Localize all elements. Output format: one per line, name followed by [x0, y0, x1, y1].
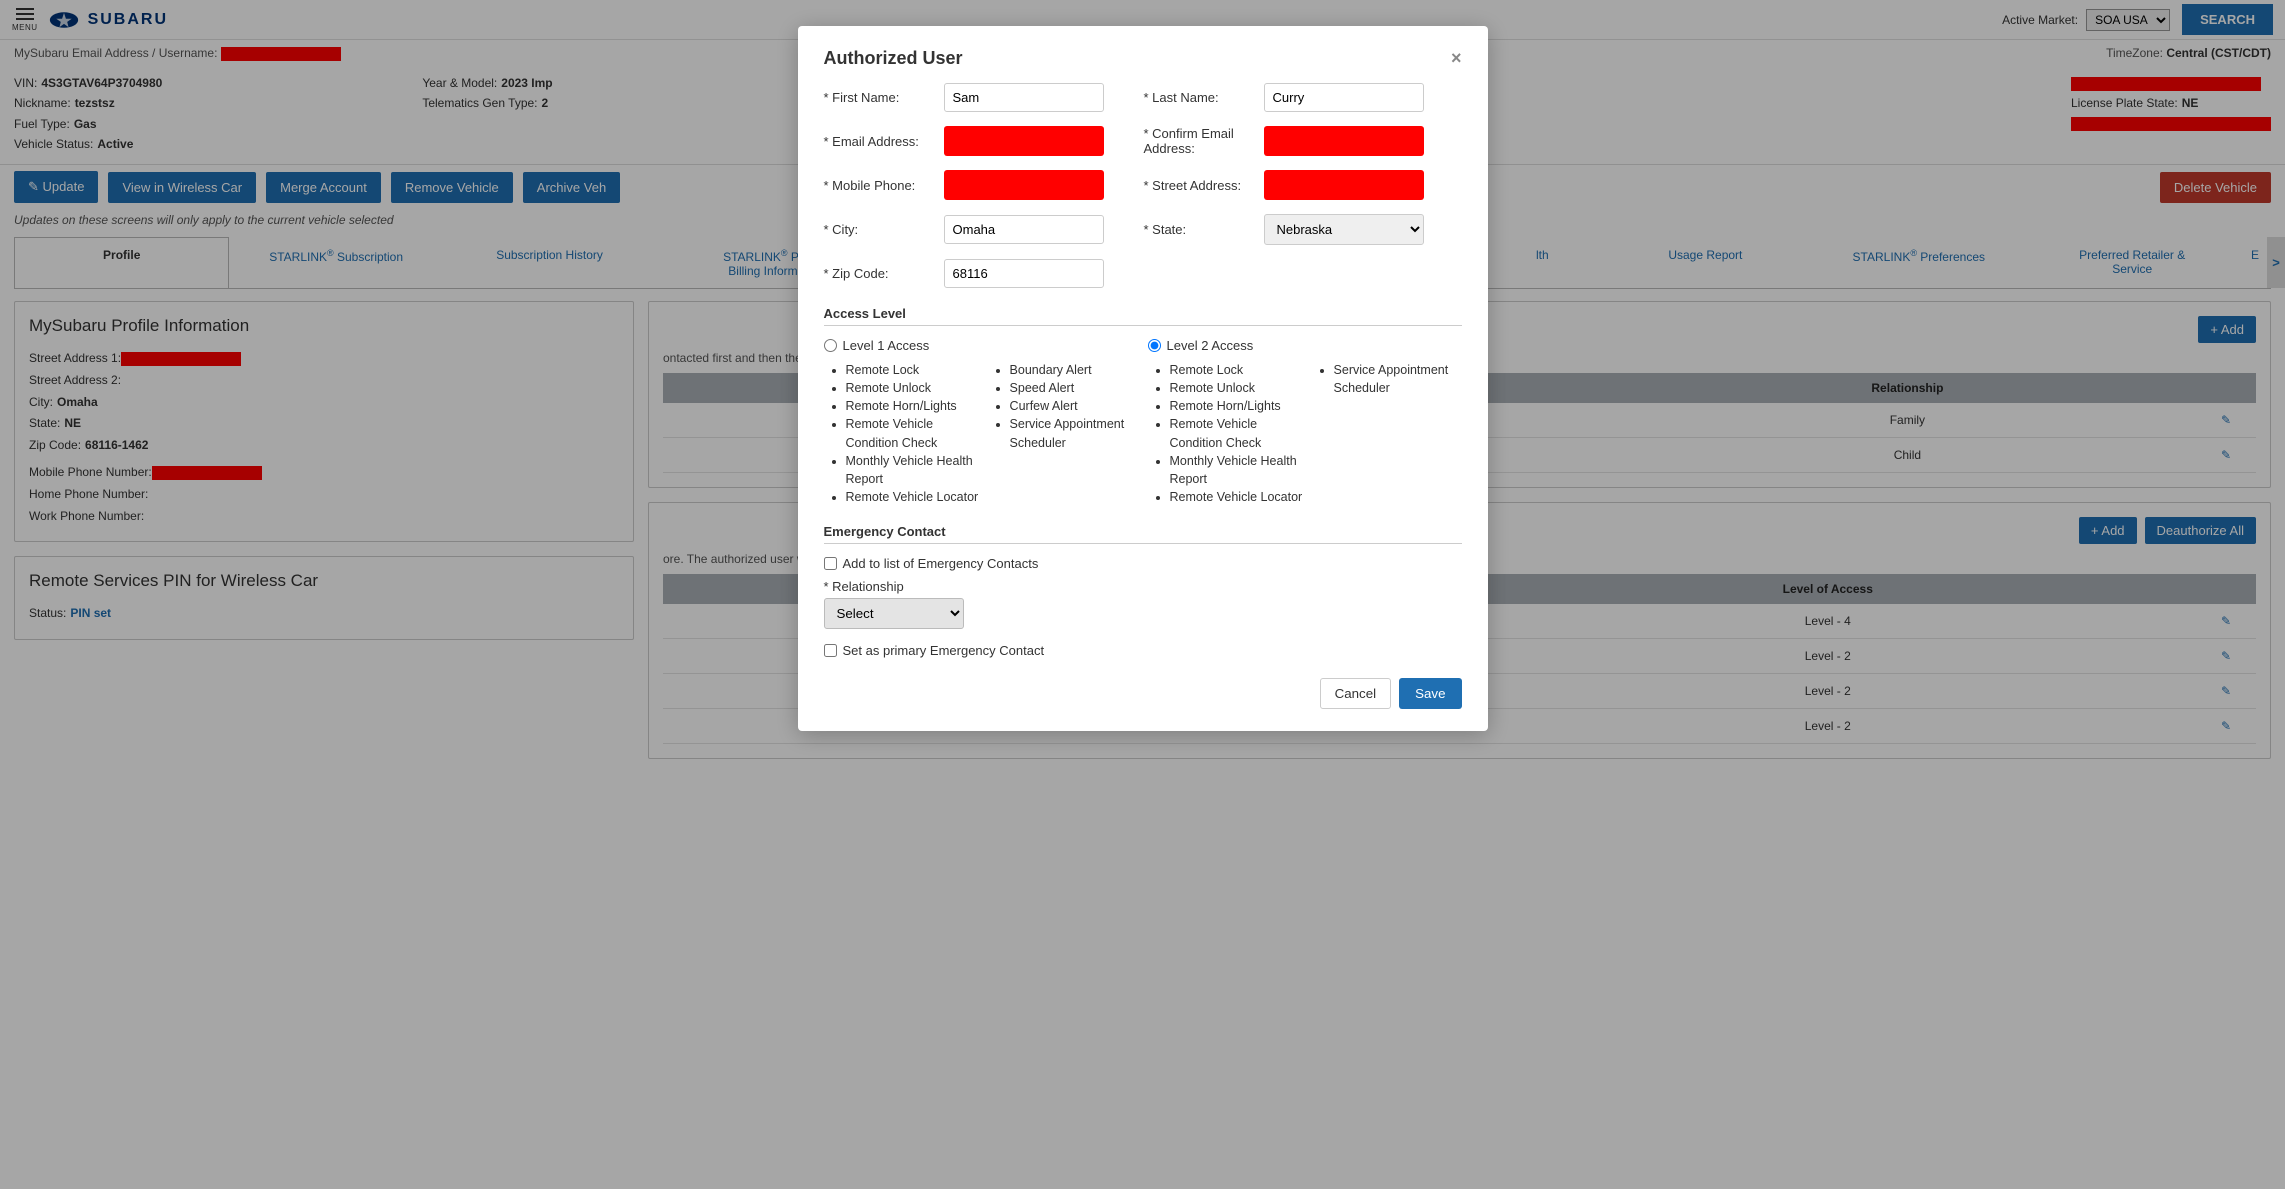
modal-title: Authorized User	[824, 48, 1451, 69]
add-emergency-label: Add to list of Emergency Contacts	[843, 556, 1039, 571]
add-emergency-checkbox[interactable]	[824, 557, 837, 570]
redacted-street-input[interactable]	[1264, 170, 1424, 200]
feature-item: Remote Lock	[1170, 361, 1304, 379]
relationship-field-label: * Relationship	[824, 579, 1462, 594]
close-icon[interactable]: ×	[1451, 48, 1462, 69]
city-input[interactable]	[944, 215, 1104, 244]
redacted-confirm-email-input[interactable]	[1264, 126, 1424, 156]
modal-state-label: * State:	[1144, 222, 1264, 237]
level-2-features-col-2: Service Appointment Scheduler	[1312, 361, 1462, 506]
emergency-contact-title: Emergency Contact	[824, 524, 1462, 539]
first-name-input[interactable]	[944, 83, 1104, 112]
feature-item: Remote Horn/Lights	[846, 397, 980, 415]
street-label: * Street Address:	[1144, 178, 1264, 193]
cancel-button[interactable]: Cancel	[1320, 678, 1392, 709]
feature-item: Curfew Alert	[1010, 397, 1138, 415]
relationship-select[interactable]: Select	[824, 598, 964, 629]
state-select[interactable]: Nebraska	[1264, 214, 1424, 245]
feature-item: Remote Vehicle Locator	[1170, 488, 1304, 506]
feature-item: Monthly Vehicle Health Report	[1170, 452, 1304, 488]
modal-city-label: * City:	[824, 222, 944, 237]
feature-item: Remote Vehicle Condition Check	[846, 415, 980, 451]
level-2-radio[interactable]	[1148, 339, 1161, 352]
redacted-mobile-input[interactable]	[944, 170, 1104, 200]
feature-item: Remote Unlock	[1170, 379, 1304, 397]
level-1-features-col-2: Boundary AlertSpeed AlertCurfew AlertSer…	[988, 361, 1138, 506]
email-label: * Email Address:	[824, 134, 944, 149]
last-name-label: * Last Name:	[1144, 90, 1264, 105]
feature-item: Remote Vehicle Locator	[846, 488, 980, 506]
feature-item: Monthly Vehicle Health Report	[846, 452, 980, 488]
last-name-input[interactable]	[1264, 83, 1424, 112]
level-1-label: Level 1 Access	[843, 338, 930, 353]
access-level-title: Access Level	[824, 306, 1462, 321]
level-1-radio[interactable]	[824, 339, 837, 352]
mobile-label: * Mobile Phone:	[824, 178, 944, 193]
confirm-email-label: * Confirm Email Address:	[1144, 126, 1264, 156]
primary-emergency-checkbox[interactable]	[824, 644, 837, 657]
save-button[interactable]: Save	[1399, 678, 1461, 709]
feature-item: Boundary Alert	[1010, 361, 1138, 379]
feature-item: Service Appointment Scheduler	[1334, 361, 1462, 397]
first-name-label: * First Name:	[824, 90, 944, 105]
feature-item: Remote Vehicle Condition Check	[1170, 415, 1304, 451]
feature-item: Remote Unlock	[846, 379, 980, 397]
redacted-email-input[interactable]	[944, 126, 1104, 156]
feature-item: Service Appointment Scheduler	[1010, 415, 1138, 451]
modal-zip-label: * Zip Code:	[824, 266, 944, 281]
authorized-user-modal: Authorized User × * First Name: * Last N…	[798, 26, 1488, 731]
feature-item: Remote Lock	[846, 361, 980, 379]
level-1-features-col-1: Remote LockRemote UnlockRemote Horn/Ligh…	[824, 361, 980, 506]
zip-input[interactable]	[944, 259, 1104, 288]
feature-item: Remote Horn/Lights	[1170, 397, 1304, 415]
primary-emergency-label: Set as primary Emergency Contact	[843, 643, 1045, 658]
feature-item: Speed Alert	[1010, 379, 1138, 397]
level-2-label: Level 2 Access	[1167, 338, 1254, 353]
level-2-features-col-1: Remote LockRemote UnlockRemote Horn/Ligh…	[1148, 361, 1304, 506]
